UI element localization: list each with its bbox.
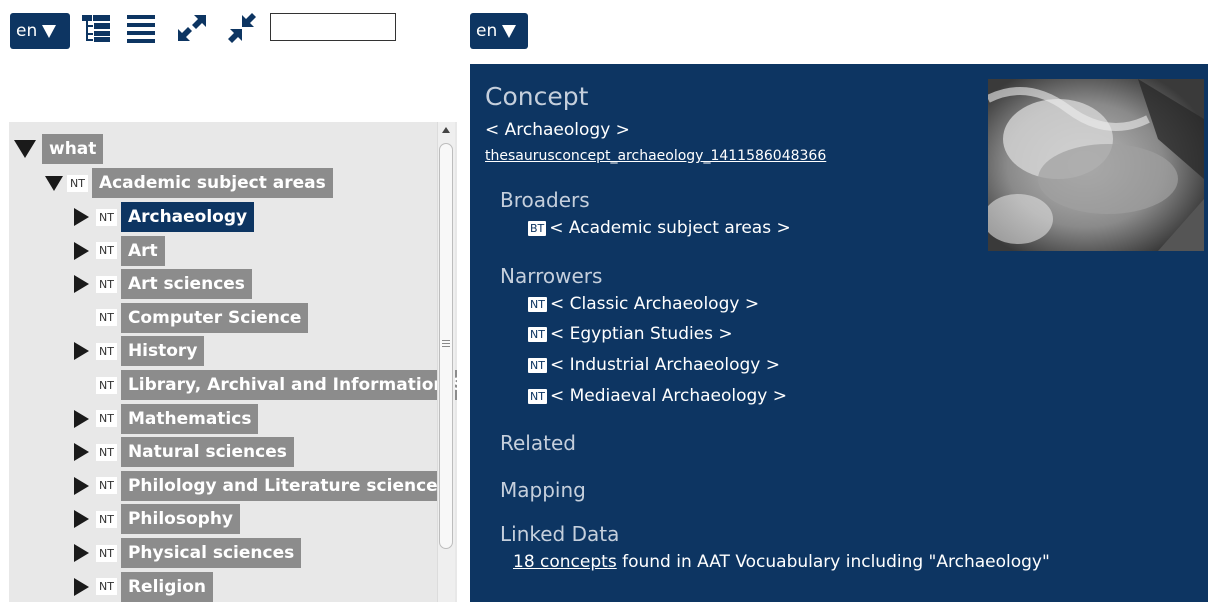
collapse-arrow-icon[interactable] [14,140,36,158]
left-language-select[interactable]: en [10,13,70,49]
right-language-select[interactable]: en [470,13,528,49]
search-input[interactable] [270,13,396,41]
tree-node[interactable]: NT Computer Science [74,302,309,333]
tree-node[interactable]: NTLibrary, Archival and Information Scie… [74,370,457,400]
narrower-label[interactable]: < Mediaeval Archaeology > [550,386,787,406]
linked-data-summary: 18 concepts found in AAT Vocuabulary inc… [513,552,1050,572]
expand-arrow-icon[interactable] [74,342,89,361]
tree-node-label[interactable]: Archaeology [120,202,255,232]
nt-badge: NT [96,376,117,394]
expand-arrow-icon[interactable] [74,275,89,294]
mapping-heading: Mapping [500,478,586,502]
tree-view-icon[interactable] [81,13,111,43]
tree-node[interactable]: NT Religion [74,571,214,602]
expand-arrow-icon[interactable] [74,241,89,260]
tree-node-label[interactable]: Art [120,235,165,266]
nt-badge: NT [96,544,117,562]
nt-badge: NT [67,174,88,192]
scroll-up-icon[interactable] [442,127,450,133]
narrowers-heading: Narrowers [500,264,603,288]
narrower-label[interactable]: < Classic Archaeology > [550,294,759,314]
chevron-down-icon [42,24,57,38]
tree-node-label[interactable]: Academic subject areas [91,168,333,198]
tree-node-label[interactable]: Mathematics [120,403,259,434]
list-view-icon[interactable] [126,13,156,43]
nt-badge: NT [528,296,547,312]
tree-panel: what NT Academic subject areas NT Archaeo… [9,122,457,602]
nt-badge: NT [96,275,117,293]
tree-node-label[interactable]: Computer Science [120,302,309,333]
nt-badge: NT [528,388,547,404]
tree-node-label[interactable]: Library, Archival and Information Scienc… [120,370,457,400]
scroll-grip-line [442,343,450,344]
page-title: Concept [485,82,589,111]
nt-badge: NT [96,578,117,596]
narrower-item[interactable]: NT < Classic Archaeology > [528,294,759,314]
tree-node[interactable]: NT Natural sciences [74,437,294,468]
nt-badge: NT [96,443,117,461]
tree-node-label[interactable]: Art sciences [120,269,252,300]
narrower-label[interactable]: < Industrial Archaeology > [550,355,780,375]
nt-badge: NT [528,357,547,373]
chevron-down-icon [502,24,517,38]
left-language-value: en [16,21,38,41]
expand-arrow-icon[interactable] [74,476,89,495]
linked-data-text: found in AAT Vocuabulary including "Arch… [616,552,1050,572]
tree-node-label[interactable]: Religion [120,571,214,602]
related-heading: Related [500,431,576,455]
tree-root[interactable]: what [14,134,104,164]
nt-badge: NT [96,242,117,260]
narrower-item[interactable]: NT < Industrial Archaeology > [528,355,780,375]
scroll-grip-line [442,346,450,347]
nt-badge: NT [96,410,117,428]
tree-node[interactable]: NT Art sciences [74,269,252,300]
nt-badge: NT [96,510,117,528]
tree-node[interactable]: NT Art [74,235,165,266]
tree-node-label[interactable]: Philosophy [120,504,240,535]
expand-arrow-icon[interactable] [74,510,89,529]
nt-badge: NT [96,309,117,327]
nt-badge: NT [96,477,117,495]
tree-node[interactable]: NT History [74,336,205,367]
scroll-grip-line [442,340,450,341]
tree-node[interactable]: NT Mathematics [74,403,259,434]
concept-image [988,79,1204,251]
right-language-value: en [476,21,498,41]
nt-badge: NT [528,326,547,342]
tree-node-academic-subject-areas[interactable]: NT Academic subject areas [45,168,333,198]
tree-node[interactable]: NT Philosophy [74,504,240,535]
linked-concepts-link[interactable]: 18 concepts [513,552,617,572]
expand-arrow-icon[interactable] [74,544,89,562]
collapse-arrow-icon[interactable] [45,175,63,191]
concept-uri-link[interactable]: thesaurusconcept_archaeology_14115860483… [485,148,826,164]
expand-arrow-icon[interactable] [74,208,89,226]
tree-node[interactable]: NT Physical sciences [74,538,302,568]
expand-arrow-icon[interactable] [74,443,89,462]
tree-node-label[interactable]: what [42,134,104,164]
narrower-item[interactable]: NT < Mediaeval Archaeology > [528,386,787,406]
broaders-heading: Broaders [500,188,590,212]
concept-name: < Archaeology > [485,120,630,140]
tree-node-label[interactable]: Physical sciences [120,538,302,568]
bt-badge: BT [528,220,547,236]
collapse-all-icon[interactable] [226,13,258,43]
tree-node-label[interactable]: History [120,336,205,367]
expand-all-icon[interactable] [176,13,208,43]
nt-badge: NT [96,208,117,226]
concept-detail-panel: Concept < Archaeology > thesaurusconcept… [470,64,1208,602]
expand-arrow-icon[interactable] [74,409,89,428]
tree-node-label[interactable]: Natural sciences [120,437,294,468]
broader-item[interactable]: BT < Academic subject areas > [528,218,791,238]
linked-data-heading: Linked Data [500,522,620,546]
tree-node-label[interactable]: Philology and Literature sciences [120,470,455,501]
tree-node[interactable]: NT Archaeology [74,202,255,232]
narrower-item[interactable]: NT < Egyptian Studies > [528,324,733,344]
broader-label[interactable]: < Academic subject areas > [549,218,790,238]
narrower-label[interactable]: < Egyptian Studies > [550,324,733,344]
nt-badge: NT [96,342,117,360]
tree-node[interactable]: NT Philology and Literature sciences [74,470,455,501]
expand-arrow-icon[interactable] [74,577,89,596]
